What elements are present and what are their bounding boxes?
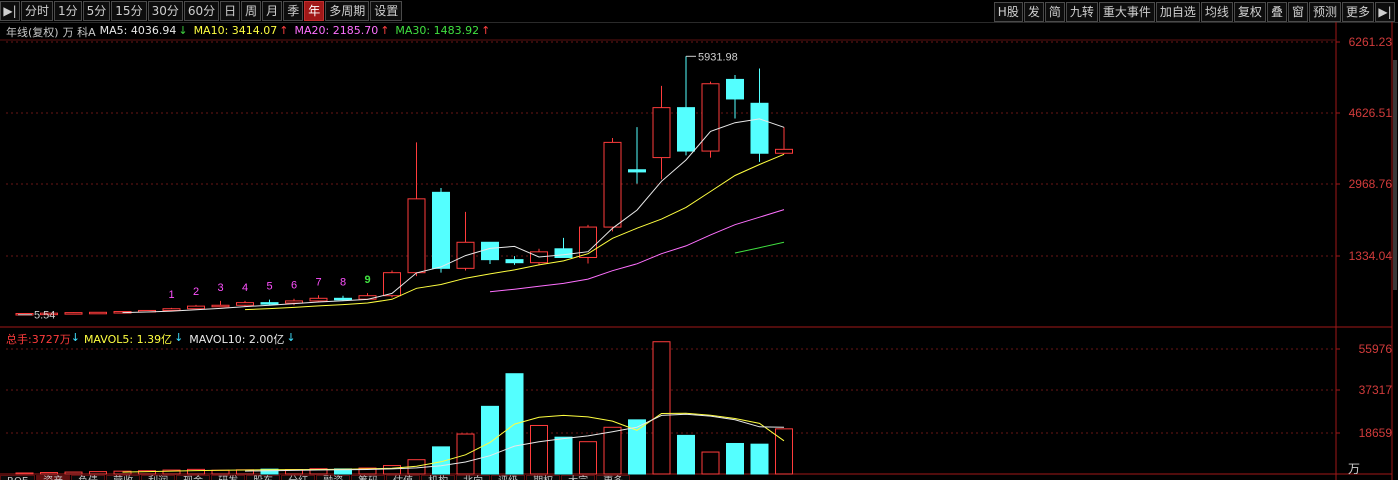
td-count-2: 2 (193, 286, 199, 298)
bottom-tab-3[interactable]: 营收 (106, 475, 141, 480)
bottom-tab-16[interactable]: 大宗 (561, 475, 596, 480)
volume-bar-23 (579, 441, 597, 475)
candle-body-20 (505, 259, 524, 264)
bottom-tab-0[interactable]: ROE (0, 475, 36, 480)
volume-bar-26 (652, 341, 671, 475)
td-count-1: 1 (168, 289, 174, 301)
td-count-5: 5 (266, 281, 272, 293)
candle-body-15 (383, 272, 401, 297)
volume-bar-22 (554, 436, 573, 475)
bottom-tab-11[interactable]: 估值 (386, 475, 421, 480)
bottom-tab-4[interactable]: 利润 (141, 475, 176, 480)
volume-bar-31 (775, 428, 793, 475)
price-axis-label-1: 4626.51 (1348, 106, 1392, 120)
volume-bar-0 (15, 472, 34, 475)
candle-body-3 (89, 311, 107, 315)
td-count-6: 6 (291, 280, 297, 292)
bottom-tab-15[interactable]: 期权 (526, 475, 561, 480)
kline-chart[interactable]: 5931.98 5.54 1 2 3 4 5 6 7 8 9 (0, 0, 1398, 480)
candle-body-22 (554, 248, 573, 258)
candle-body-28 (701, 83, 720, 152)
candle-body-8 (211, 304, 230, 308)
ma-line-30 (734, 241, 785, 254)
td-count-9: 9 (364, 274, 370, 286)
volume-unit: 万 (1347, 462, 1360, 476)
volume-bar-30 (750, 443, 769, 475)
volume-bar-28 (701, 451, 720, 475)
candle-body-25 (628, 169, 646, 173)
bottom-tab-7[interactable]: 股东 (246, 475, 281, 480)
candle-body-10 (260, 302, 279, 305)
price-axis-label-0: 6261.23 (1348, 35, 1392, 49)
vol-axis-label-1: 37317 (1358, 383, 1392, 397)
bottom-tab-14[interactable]: 评级 (491, 475, 526, 480)
bottom-tab-5[interactable]: 现金 (176, 475, 211, 480)
candle-body-24 (603, 141, 622, 228)
bottom-tab-9[interactable]: 融资 (316, 475, 351, 480)
vol-axis-label-2: 18659 (1358, 426, 1392, 440)
volume-bar-1 (40, 472, 58, 475)
candle-body-13 (334, 297, 352, 301)
bottom-tab-12[interactable]: 机构 (421, 475, 456, 480)
candle-body-30 (750, 102, 769, 154)
bottom-tab-10[interactable]: 筹码 (351, 475, 386, 480)
ma-line-20 (489, 209, 785, 293)
vol-axis-label-0: 55976 (1358, 342, 1392, 356)
candle-body-19 (481, 241, 499, 261)
td-count-7: 7 (315, 276, 321, 288)
low-price-label: 5.54 (34, 310, 55, 322)
candle-body-7 (187, 305, 205, 310)
volume-bar-27 (677, 434, 695, 475)
td-count-4: 4 (242, 282, 248, 294)
price-axis-label-2: 2968.76 (1348, 177, 1392, 191)
price-axis-label-3: 1334.04 (1348, 249, 1392, 263)
candle-body-29 (726, 78, 744, 100)
bottom-tab-1[interactable]: 资产 (36, 475, 71, 480)
volume-bar-21 (530, 424, 548, 475)
bottom-tab-17[interactable]: 更多 (596, 475, 631, 480)
candle-body-6 (162, 308, 181, 311)
bottom-tabs: ROE资产负债营收利润现金研发股东分红融资筹码估值机构北向评级期权大宗更多 (0, 475, 1340, 480)
candle-body-2 (64, 312, 83, 315)
bottom-tab-13[interactable]: 北向 (456, 475, 491, 480)
candle-body-17 (432, 191, 450, 269)
bottom-tab-8[interactable]: 分红 (281, 475, 316, 480)
volume-bar-29 (726, 442, 744, 475)
volume-bar-15 (383, 465, 401, 475)
candle-body-9 (236, 302, 254, 306)
high-price-label: 5931.98 (698, 51, 738, 63)
candle-body-27 (677, 107, 695, 152)
candle-body-12 (309, 297, 328, 302)
candle-body-26 (652, 107, 671, 159)
scrollbar-thumb (1393, 60, 1397, 290)
td-count-8: 8 (340, 277, 346, 289)
volume-bar-19 (481, 405, 499, 475)
candle-body-16 (407, 198, 426, 274)
ma-line-10 (244, 153, 785, 311)
volume-bar-3 (89, 471, 107, 475)
volume-bar-18 (456, 433, 475, 475)
td-count-3: 3 (217, 282, 223, 294)
candle-body-31 (775, 148, 793, 154)
bottom-tab-6[interactable]: 研发 (211, 475, 246, 480)
volume-bar-24 (603, 426, 622, 475)
volume-bar-2 (64, 471, 83, 475)
bottom-tab-2[interactable]: 负债 (71, 475, 106, 480)
